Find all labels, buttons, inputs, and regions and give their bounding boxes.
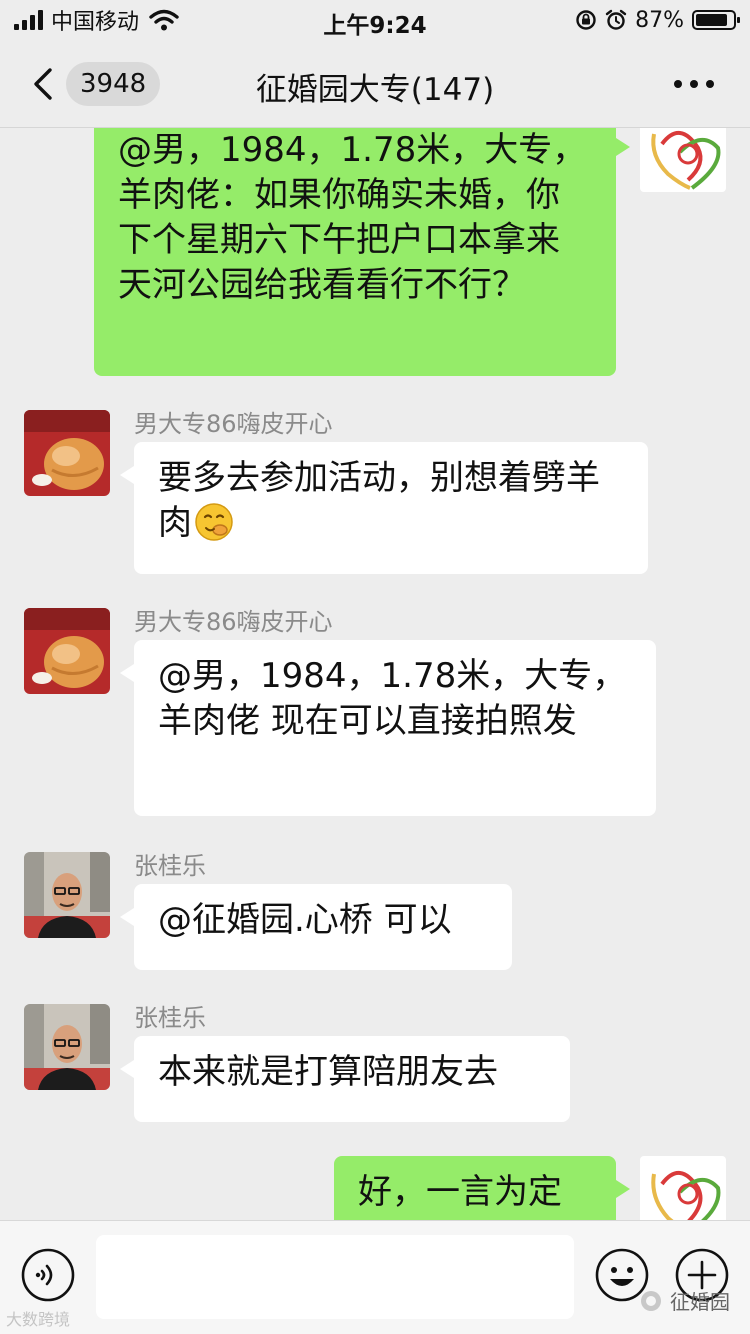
message-bubble-incoming[interactable]: @征婚园.心桥 可以 bbox=[120, 884, 512, 970]
chat-header: 3948 征婚园大专(147) bbox=[0, 40, 750, 128]
watermark-right: 征婚园 bbox=[640, 1286, 730, 1315]
battery-level bbox=[696, 14, 728, 26]
cat-photo-icon bbox=[24, 410, 110, 496]
watermark-left-text: 大数跨境 bbox=[6, 1310, 71, 1329]
cat-photo-icon bbox=[24, 608, 110, 694]
page-title[interactable]: 征婚园大专(147) bbox=[0, 64, 750, 109]
message-bubble-incoming[interactable]: 本来就是打算陪朋友去 bbox=[120, 1036, 570, 1122]
status-bar: 中国移动 上午9:24 87% bbox=[0, 0, 750, 40]
sender-name: 男大专86嗨皮开心 bbox=[134, 608, 333, 636]
message-bubble-outgoing[interactable]: 好，一言为定 bbox=[334, 1156, 630, 1220]
group-logo-heart-avatar[interactable] bbox=[640, 128, 726, 192]
rotation-lock-icon bbox=[576, 10, 596, 30]
man-glasses-photo-avatar[interactable] bbox=[24, 852, 110, 938]
heart-logo-icon bbox=[651, 131, 721, 190]
man-photo-icon bbox=[24, 1004, 110, 1090]
watermark-left: 大数跨境 bbox=[6, 1306, 70, 1330]
shy-face-emoji bbox=[195, 503, 233, 541]
wechat-official-icon bbox=[641, 1290, 661, 1311]
message-bubble-incoming[interactable]: 要多去参加活动，别想着劈羊肉 bbox=[120, 442, 648, 574]
message-bubble-incoming[interactable]: @男，1984，1.78米，大专，羊肉佬 现在可以直接拍照发 bbox=[120, 640, 656, 816]
voice-icon[interactable] bbox=[20, 1247, 76, 1303]
group-logo-heart-avatar[interactable] bbox=[640, 1156, 726, 1220]
message-list[interactable]: @男，1984，1.78米，大专，羊肉佬：如果你确实未婚，你下个星期六下午把户口… bbox=[0, 128, 750, 1220]
message-text: 本来就是打算陪朋友去 bbox=[158, 1052, 498, 1092]
sender-name: 张桂乐 bbox=[134, 1004, 206, 1032]
battery-icon bbox=[692, 10, 740, 30]
message-text: @征婚园.心桥 可以 bbox=[158, 900, 452, 940]
watermark-right-text: 征婚园 bbox=[670, 1290, 730, 1314]
message-text: @男，1984，1.78米，大专，羊肉佬：如果你确实未婚，你下个星期六下午把户口… bbox=[118, 130, 587, 305]
orange-cat-avatar[interactable] bbox=[24, 608, 110, 694]
message-input[interactable] bbox=[96, 1235, 574, 1319]
man-glasses-photo-avatar[interactable] bbox=[24, 1004, 110, 1090]
message-text: 好，一言为定 bbox=[358, 1172, 562, 1212]
input-bar bbox=[0, 1220, 750, 1334]
status-right: 87% bbox=[575, 6, 740, 34]
man-photo-icon bbox=[24, 852, 110, 938]
sender-name: 男大专86嗨皮开心 bbox=[134, 410, 333, 438]
more-dots-icon[interactable] bbox=[674, 80, 714, 88]
battery-percent: 87% bbox=[635, 7, 684, 33]
message-bubble-outgoing[interactable]: @男，1984，1.78米，大专，羊肉佬：如果你确实未婚，你下个星期六下午把户口… bbox=[94, 128, 630, 376]
alarm-icon bbox=[605, 9, 627, 30]
message-text: @男，1984，1.78米，大专，羊肉佬 现在可以直接拍照发 bbox=[158, 656, 627, 741]
sender-name: 张桂乐 bbox=[134, 852, 206, 880]
heart-logo-icon bbox=[651, 1171, 721, 1220]
orange-cat-avatar[interactable] bbox=[24, 410, 110, 496]
